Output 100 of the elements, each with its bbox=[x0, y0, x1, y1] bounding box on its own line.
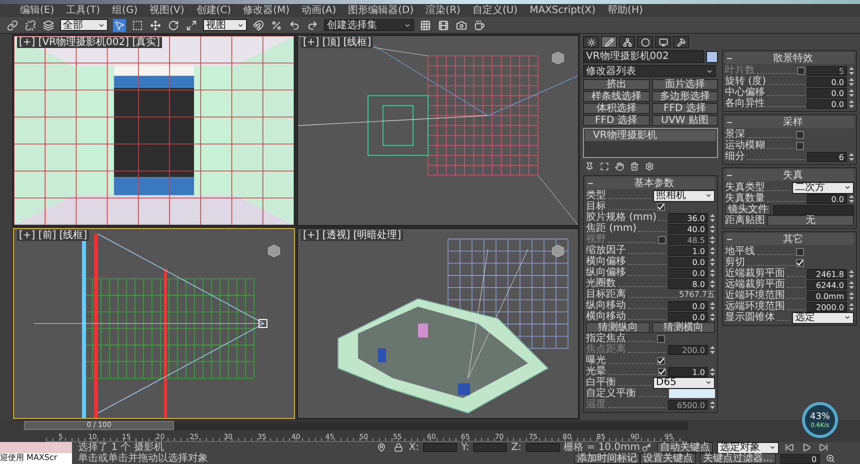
caret-icon[interactable] bbox=[769, 444, 776, 451]
y-field[interactable] bbox=[473, 443, 508, 452]
spinner-icon[interactable] bbox=[710, 246, 715, 256]
guess-button[interactable]: 猜测纵向 bbox=[586, 322, 650, 333]
render-frame-icon[interactable] bbox=[437, 18, 450, 32]
caret-icon[interactable] bbox=[706, 68, 713, 74]
object-color-swatch[interactable] bbox=[706, 50, 718, 62]
select-icon[interactable] bbox=[113, 18, 126, 32]
spinner-icon[interactable] bbox=[849, 98, 854, 108]
checkbox[interactable] bbox=[796, 142, 804, 150]
spinner-field[interactable]: 1.0 bbox=[668, 246, 708, 256]
param-dropdown[interactable]: D65 bbox=[653, 376, 715, 388]
spinner-icon[interactable] bbox=[710, 312, 715, 322]
trash-icon[interactable] bbox=[628, 160, 641, 173]
panel-tab[interactable] bbox=[637, 36, 653, 48]
collapse-icon[interactable] bbox=[727, 238, 732, 240]
checkbox[interactable] bbox=[796, 258, 804, 266]
spinner-field[interactable]: 0.0mm bbox=[807, 290, 847, 300]
file-field[interactable] bbox=[773, 204, 854, 214]
checkbox[interactable] bbox=[657, 334, 665, 342]
modifier-button[interactable]: 体积选择 bbox=[583, 103, 650, 114]
spinner-icon[interactable] bbox=[710, 268, 715, 278]
checkbox[interactable] bbox=[796, 130, 804, 138]
spinner-field[interactable]: 36.0 bbox=[668, 212, 708, 222]
menu-item[interactable]: 图形编辑器(D) bbox=[348, 4, 414, 16]
z-field[interactable] bbox=[526, 443, 560, 452]
scale-icon[interactable] bbox=[185, 18, 198, 32]
link-icon[interactable] bbox=[6, 18, 19, 32]
skip-back-icon[interactable] bbox=[783, 441, 796, 454]
grid-icon[interactable] bbox=[419, 18, 432, 32]
spinner-field[interactable]: 40.0 bbox=[668, 224, 708, 234]
modifier-button[interactable]: UVW 贴图 bbox=[652, 115, 718, 126]
param-dropdown[interactable]: 二次方 bbox=[792, 182, 854, 194]
cup-icon[interactable] bbox=[473, 18, 486, 32]
stack-item[interactable]: VR物理摄影机 bbox=[585, 130, 716, 141]
modifier-button[interactable]: FFD 选择 bbox=[652, 103, 718, 114]
spinner-icon[interactable] bbox=[710, 224, 715, 234]
spinner-icon[interactable] bbox=[849, 88, 854, 98]
viewport[interactable]: [+] [顶] [线框] bbox=[297, 35, 579, 226]
time-tag-button[interactable]: 添加时间标记 bbox=[574, 453, 640, 464]
show-result-icon[interactable] bbox=[598, 160, 611, 173]
viewport-label[interactable]: [+] [VR物理摄影机002] [真实] bbox=[17, 37, 162, 48]
modifier-button[interactable]: 样条线选择 bbox=[583, 91, 650, 102]
spinner-icon[interactable] bbox=[849, 76, 854, 86]
color-swatch[interactable] bbox=[669, 389, 715, 398]
menu-item[interactable]: 帮助(H) bbox=[608, 4, 643, 16]
map-button[interactable]: 无 bbox=[767, 215, 854, 226]
spinner-field[interactable]: 1.0 bbox=[668, 366, 708, 376]
caret-icon[interactable] bbox=[705, 379, 712, 386]
skip-forward-icon[interactable] bbox=[817, 441, 830, 454]
panel-tab[interactable] bbox=[655, 36, 671, 48]
menu-item[interactable]: 视图(V) bbox=[150, 4, 184, 16]
panel-tab[interactable] bbox=[583, 36, 599, 48]
redo-icon[interactable] bbox=[306, 18, 319, 32]
collapse-icon[interactable] bbox=[727, 56, 732, 60]
caret-icon[interactable] bbox=[404, 22, 411, 28]
panel-tab[interactable] bbox=[619, 36, 635, 48]
spinner-field[interactable]: 6 bbox=[807, 152, 847, 162]
spinner-icon[interactable] bbox=[710, 256, 715, 266]
caret-icon[interactable] bbox=[844, 314, 851, 321]
caret-icon[interactable] bbox=[237, 22, 244, 28]
menu-item[interactable]: 渲染(R) bbox=[426, 4, 460, 16]
spinner-icon[interactable] bbox=[849, 268, 854, 278]
key-mode-dropdown[interactable]: 选定对象 bbox=[717, 442, 779, 454]
menu-item[interactable]: 工具(T) bbox=[66, 4, 100, 16]
selection-region-icon[interactable] bbox=[131, 18, 144, 32]
coordinate-dropdown[interactable]: 视图 bbox=[203, 19, 247, 31]
spinner-icon[interactable] bbox=[710, 344, 715, 354]
spinner-field[interactable]: 0.0 bbox=[668, 268, 708, 278]
move-icon[interactable] bbox=[149, 18, 162, 32]
spinner-field[interactable]: 0.0 bbox=[668, 256, 708, 266]
selection-filter-dropdown[interactable]: 全部 bbox=[60, 19, 108, 31]
spinner-icon[interactable] bbox=[849, 302, 854, 312]
view-cube-icon[interactable] bbox=[268, 245, 280, 257]
x-field[interactable] bbox=[423, 443, 458, 452]
menu-item[interactable]: 编辑(E) bbox=[20, 4, 54, 16]
spinner-icon[interactable] bbox=[710, 234, 715, 244]
param-dropdown[interactable]: 照相机 bbox=[653, 190, 715, 202]
percent-snap-icon[interactable] bbox=[270, 18, 283, 32]
modifier-list-dropdown[interactable]: 修改器列表 bbox=[583, 65, 716, 77]
menu-item[interactable]: 创建(C) bbox=[196, 4, 232, 16]
auto-key-button[interactable]: 自动关键点 bbox=[657, 442, 713, 453]
spinner-icon[interactable] bbox=[849, 66, 854, 76]
camera-icon[interactable] bbox=[455, 18, 468, 32]
viewport[interactable]: [+] [前] [线框] bbox=[13, 228, 295, 419]
param-dropdown[interactable]: 选定 bbox=[792, 312, 854, 324]
hand-icon[interactable] bbox=[613, 160, 626, 173]
panel-tab[interactable] bbox=[601, 36, 617, 48]
selection-set-dropdown[interactable]: 创建选择集 bbox=[324, 19, 414, 31]
spinner-field[interactable]: 0.0 bbox=[668, 300, 708, 310]
caret-icon[interactable] bbox=[705, 192, 712, 199]
script-listener-field[interactable] bbox=[0, 442, 72, 453]
guess-button[interactable]: 猜测横向 bbox=[652, 322, 715, 333]
unlink-icon[interactable] bbox=[24, 18, 37, 32]
view-cube-icon[interactable] bbox=[552, 245, 564, 257]
spinner-icon[interactable] bbox=[849, 152, 854, 162]
spinner-field[interactable]: 0.0 bbox=[807, 76, 847, 86]
set-key-button[interactable]: 设置关键点 bbox=[640, 453, 696, 464]
spinner-field[interactable]: 0.0 bbox=[807, 98, 847, 108]
key-filters-button[interactable]: 关键点过滤器... bbox=[700, 453, 776, 464]
